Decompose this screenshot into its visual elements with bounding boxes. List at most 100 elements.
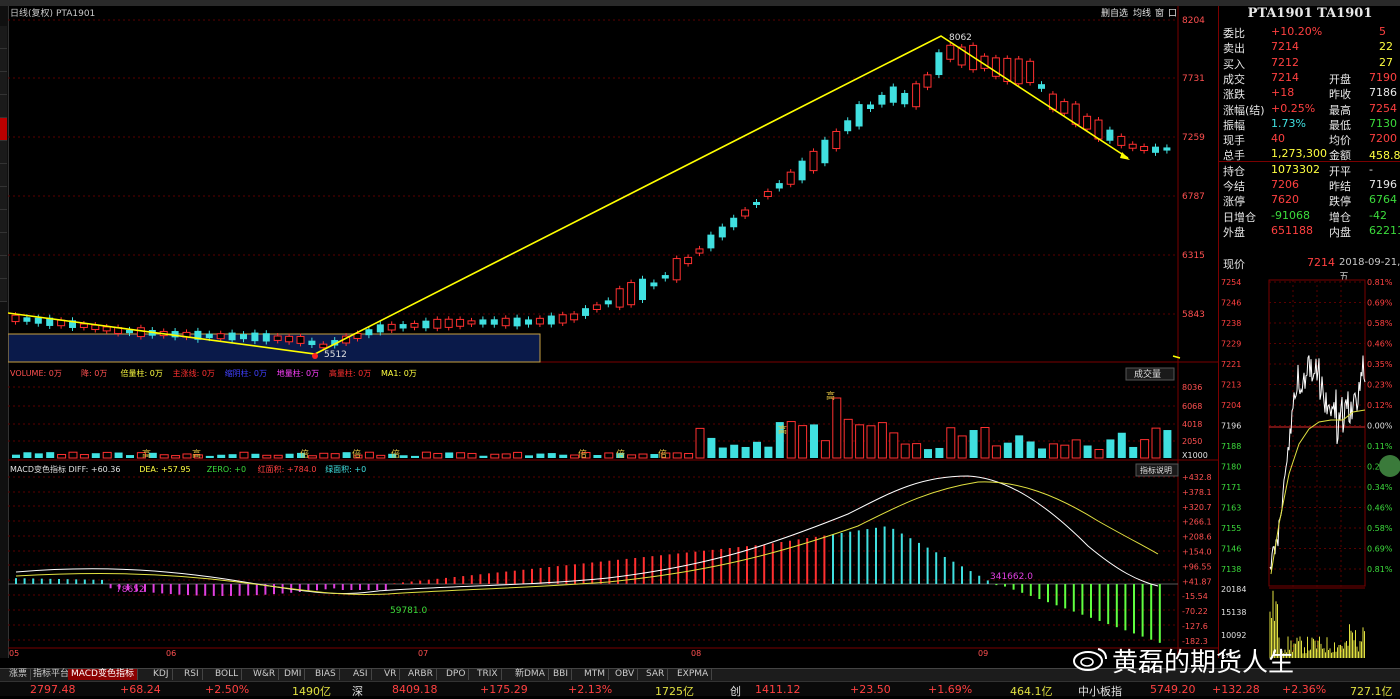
candle-body [786,171,795,185]
indicator-tab[interactable]: DMI [281,669,306,680]
toolbar-mouth[interactable]: 口 [1168,9,1177,19]
quote-label: 27 [1379,55,1393,69]
status-item: 1490亿 [292,685,331,698]
side-tab[interactable] [0,95,7,118]
indicator-tab[interactable]: BOLL [212,669,243,680]
toolbar-delete-watch[interactable]: 删自选 [1101,7,1128,19]
status-item: +132.28 [1212,683,1260,696]
date-axis-label: 05 [9,649,19,658]
indicator-tab[interactable]: TRIX [474,669,502,680]
side-tab[interactable] [0,26,7,49]
quote-value: 7214 [1271,70,1299,84]
volume-mark: 倍 [352,448,361,460]
indicator-tab[interactable]: VR [381,669,401,680]
quote-row: 买入 7212 27 [1219,55,1400,71]
volume-bar [753,441,761,458]
intraday-pct-tick: 0.00% [1367,422,1393,431]
side-tab[interactable] [0,210,7,233]
volume-bar [832,397,842,459]
indicator-tab[interactable]: 涨票 [6,669,32,680]
candle-body [1014,58,1023,85]
quote-value: -42 [1369,208,1387,222]
volume-legend-item: VOLUME: 0万 [10,369,62,378]
quote-value: 622112 [1369,223,1400,237]
intraday-pct-tick: 0.11% [1367,442,1393,451]
indicator-tab[interactable]: ARBR [405,669,437,680]
indicator-tab[interactable]: ASI [350,669,372,680]
toolbar-window[interactable]: 窗 [1155,7,1164,19]
indicator-tab[interactable]: EXPMA [674,669,713,680]
indicator-tab[interactable]: MACD变色指标 [68,669,138,680]
candle-body [228,332,236,341]
volume-bar [171,455,181,459]
macd-legend-item: DEA: +57.95 [139,465,190,474]
quote-row: 日增仓 -91068 增仓 -42 [1219,208,1400,224]
quote-value: 7130 [1369,116,1397,130]
quote-value: 7206 [1271,178,1299,191]
candle-body [467,320,476,325]
candle-body [1152,146,1159,153]
quote-value: +18 [1271,86,1295,100]
status-item: +1.69% [928,683,973,696]
volume-select-label: 成交量 [1134,368,1161,380]
macd-axis-label: -15.54 [1182,592,1208,601]
now-price-value: 7214 [1307,256,1335,269]
volume-bar [1083,445,1092,458]
volume-bar [307,455,317,459]
macd-legend-item: ZERO: +0 [207,465,246,474]
side-tab[interactable] [0,164,7,187]
volume-bar [228,454,237,458]
macd-mark-c: 341662.0 [990,572,1033,582]
indicator-tab[interactable]: MTM [581,669,610,680]
volume-bar [399,455,408,458]
indicator-tab[interactable]: KDJ [150,669,173,680]
indicator-tab[interactable]: RSI [181,669,203,680]
volume-bar [741,446,750,458]
price-axis-label: 5843 [1182,310,1205,320]
candle-body [695,248,704,254]
macd-legend-item: 红面积: +784.0 [258,464,317,474]
side-tab[interactable] [0,256,7,279]
side-tab-active[interactable] [0,118,7,141]
volume-mark: 倍 [658,448,667,460]
indicator-tab[interactable]: BIAS [312,669,340,680]
side-tab[interactable] [0,49,7,72]
volume-mark: 倍 [391,448,400,460]
quote-row: 外盘 651188 内盘 622112 [1219,223,1400,239]
price-axis-label: 8204 [1182,16,1205,26]
indicator-tab[interactable]: W&R [250,669,280,680]
candle-body [639,278,646,301]
indicator-tab[interactable]: OBV [612,669,639,680]
volume-bar [627,454,637,459]
intraday-chart[interactable]: 7254 0.81% 7246 0.69% 7238 0.58% 7229 0.46% 7221… [1219,274,1400,658]
side-tab[interactable] [0,233,7,256]
indicator-tab[interactable]: SAR [643,669,669,680]
candle-body [821,139,829,164]
indicator-tab[interactable]: 新DMA [512,669,549,680]
volume-bar [672,452,682,459]
volume-legend-item: 倍量柱: 0万 [121,368,163,378]
now-price-label: 现价 [1223,258,1245,271]
side-tab[interactable] [0,187,7,210]
status-item: 1725亿 [655,685,694,698]
side-tab[interactable] [0,279,7,302]
candle-body [513,317,521,327]
quote-value: 1.73% [1271,116,1306,130]
quote-row: 成交 7214 开盘 7190 [1219,70,1400,86]
indicator-tab[interactable]: DPO [443,669,470,680]
volume-bar [91,453,100,458]
float-action-button[interactable] [1379,455,1400,477]
kline-chart-area[interactable]: 日线(复权) PTA1901 删自选 均线 窗 口 8204 7731 7259… [8,6,1218,658]
side-tab[interactable] [0,141,7,164]
candle-body [525,319,532,325]
toolbar-ma[interactable]: 均线 [1133,7,1151,19]
trendline [8,35,1129,355]
macd-axis-label: +96.55 [1182,562,1212,571]
volume-bar [980,427,990,459]
side-tab[interactable] [0,72,7,95]
volume-bar [843,418,853,459]
volume-bar [12,454,20,458]
macd-mark-a: 78652 [116,585,145,595]
indicator-tab[interactable]: BBI [550,669,573,680]
indicator-tab[interactable]: 指标平台 [30,669,74,680]
